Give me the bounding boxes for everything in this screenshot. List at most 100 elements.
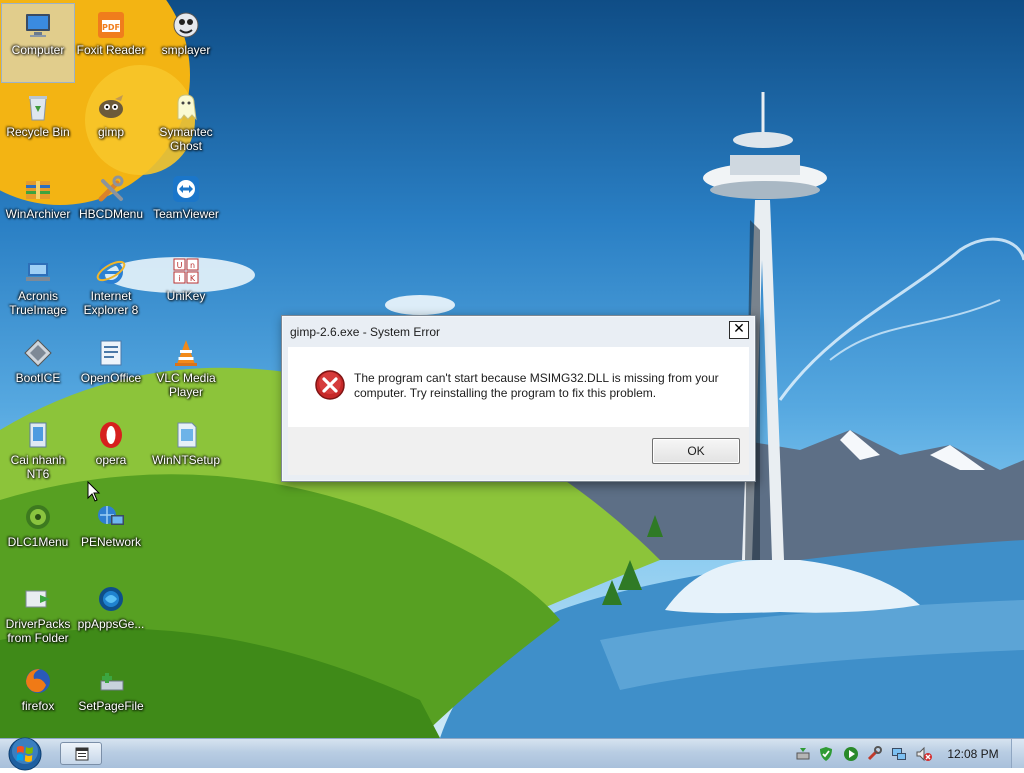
desktop-icon-acronis-trueimage[interactable]: Acronis TrueImage	[1, 249, 75, 329]
mouse-pointer-icon	[87, 481, 101, 502]
console-window-icon	[75, 747, 89, 761]
desktop-icon-smplayer[interactable]: smplayer	[149, 3, 223, 83]
dlc-disc-icon	[22, 501, 54, 533]
desktop-icon-unikey[interactable]: Un i K UniKey	[149, 249, 223, 329]
volume-muted-icon[interactable]	[916, 746, 932, 762]
desktop-icon-label: gimp	[97, 125, 124, 139]
dialog-button-area: OK	[288, 427, 749, 475]
play-icon[interactable]	[843, 746, 859, 762]
taskbar-item-gimp[interactable]	[60, 742, 102, 765]
desktop-icon-label: TeamViewer	[153, 207, 219, 221]
close-button[interactable]: ✕	[729, 321, 749, 339]
desktop-icon-recycle-bin[interactable]: Recycle Bin	[1, 85, 75, 165]
desktop-icon-cai-nhanh-nt6[interactable]: Cai nhanh NT6	[1, 413, 75, 493]
desktop-icon-dlc1menu[interactable]: DLC1Menu	[1, 495, 75, 575]
desktop-icon-label: HBCDMenu	[78, 207, 144, 221]
svg-text:n: n	[190, 261, 195, 270]
apps-globe-icon	[95, 583, 127, 615]
installer-icon	[22, 419, 54, 451]
teamviewer-icon	[170, 173, 202, 205]
svg-text:i: i	[178, 274, 180, 283]
gimp-icon	[95, 91, 127, 123]
desktop-icon-driverpacks[interactable]: DriverPacks from Folder	[1, 577, 75, 657]
svg-text:U: U	[177, 261, 183, 270]
dialog-title: gimp-2.6.exe - System Error	[290, 325, 441, 339]
network-icon	[95, 501, 127, 533]
pagefile-icon	[95, 665, 127, 697]
desktop-icon-label: firefox	[21, 699, 55, 713]
desktop-icon-label: Acronis TrueImage	[9, 289, 67, 317]
desktop-icon-winarchiver[interactable]: WinArchiver	[1, 167, 75, 247]
desktop-icon-label: DLC1Menu	[7, 535, 69, 549]
ok-button[interactable]: OK	[652, 438, 740, 464]
taskbar-clock[interactable]: 12:08 PM	[938, 747, 1008, 761]
svg-text:PDF: PDF	[102, 23, 120, 32]
desktop-icon-symantec-ghost[interactable]: Symantec Ghost	[149, 85, 223, 165]
vlc-cone-icon	[170, 337, 202, 369]
wallpaper-swirl	[778, 237, 1024, 401]
desktop-icon-setpagefile[interactable]: SetPageFile	[74, 659, 148, 738]
desktop-icon-label: DriverPacks from Folder	[5, 617, 71, 645]
opera-icon	[95, 419, 127, 451]
desktop-icon-label: Foxit Reader	[76, 43, 146, 57]
error-icon	[315, 370, 345, 400]
desktop-icon-label: UniKey	[166, 289, 206, 303]
desktop-icon-label: Recycle Bin	[6, 125, 70, 139]
archive-icon	[22, 173, 54, 205]
system-error-dialog[interactable]: gimp-2.6.exe - System Error ✕ The progra…	[281, 315, 756, 482]
tool-icon[interactable]	[866, 746, 882, 762]
desktop-icon-hbcdmenu[interactable]: HBCDMenu	[74, 167, 148, 247]
desktop-icon-label: WinArchiver	[5, 207, 71, 221]
desktop-icon-label: Internet Explorer 8	[83, 289, 139, 317]
office-icon	[95, 337, 127, 369]
desktop-icon-ppappsge[interactable]: ppAppsGe...	[74, 577, 148, 657]
media-player-icon	[170, 9, 202, 41]
desktop-icon-label: ppAppsGe...	[77, 617, 145, 631]
keyboard-icon: Un i K	[170, 255, 202, 287]
safely-remove-icon[interactable]	[795, 746, 811, 762]
ghost-icon	[170, 91, 202, 123]
computer-icon	[22, 9, 54, 41]
desktop-icon-teamviewer[interactable]: TeamViewer	[149, 167, 223, 247]
desktop-icon-label: PENetwork	[80, 535, 142, 549]
desktop-icon-vlc[interactable]: VLC Media Player	[149, 331, 223, 411]
desktop-icon-computer[interactable]: Computer	[1, 3, 75, 83]
desktop-icon-label: Symantec Ghost	[159, 125, 213, 153]
taskbar: 12:08 PM	[0, 737, 1024, 771]
desktop-icon-label: opera	[95, 453, 127, 467]
windows-start-icon[interactable]	[6, 735, 44, 773]
desktop-icon-foxit-reader[interactable]: PDF Foxit Reader	[74, 3, 148, 83]
desktop-icon-openoffice[interactable]: OpenOffice	[74, 331, 148, 411]
network-monitor-icon[interactable]	[891, 746, 907, 762]
desktop-icon-label: Computer	[11, 43, 65, 57]
show-desktop-button[interactable]	[1011, 739, 1024, 768]
internet-explorer-icon	[95, 255, 127, 287]
desktop-icon-internet-explorer[interactable]: Internet Explorer 8	[74, 249, 148, 329]
desktop-icon-label: BootICE	[15, 371, 61, 385]
wallpaper-swirl	[829, 299, 1001, 361]
desktop-icon-label: SetPageFile	[78, 699, 144, 713]
firefox-icon	[22, 665, 54, 697]
desktop-icon-winntsetup[interactable]: WinNTSetup	[149, 413, 223, 493]
security-check-icon[interactable]	[818, 746, 834, 762]
desktop-icon-gimp[interactable]: gimp	[74, 85, 148, 165]
tools-icon	[95, 173, 127, 205]
backup-icon	[22, 255, 54, 287]
boot-tool-icon	[22, 337, 54, 369]
wallpaper-cloud	[385, 295, 455, 315]
setup-icon	[170, 419, 202, 451]
pdf-reader-icon: PDF	[95, 9, 127, 41]
driver-pack-icon	[22, 583, 54, 615]
recycle-bin-icon	[22, 91, 54, 123]
desktop-icon-penetwork[interactable]: PENetwork	[74, 495, 148, 575]
desktop-icon-label: Cai nhanh NT6	[10, 453, 66, 481]
desktop-icon-firefox[interactable]: firefox	[1, 659, 75, 738]
desktop-icon-opera[interactable]: opera	[74, 413, 148, 493]
error-message: The program can't start because MSIMG32.…	[354, 371, 719, 400]
desktop-icon-label: OpenOffice	[80, 371, 142, 385]
svg-text:K: K	[190, 274, 196, 283]
desktop-icon-bootice[interactable]: BootICE	[1, 331, 75, 411]
desktop-icon-label: WinNTSetup	[151, 453, 221, 467]
desktop-icon-label: VLC Media Player	[156, 371, 216, 399]
desktop: Computer PDF Foxit Reader smplayer Recyc…	[0, 0, 1024, 738]
